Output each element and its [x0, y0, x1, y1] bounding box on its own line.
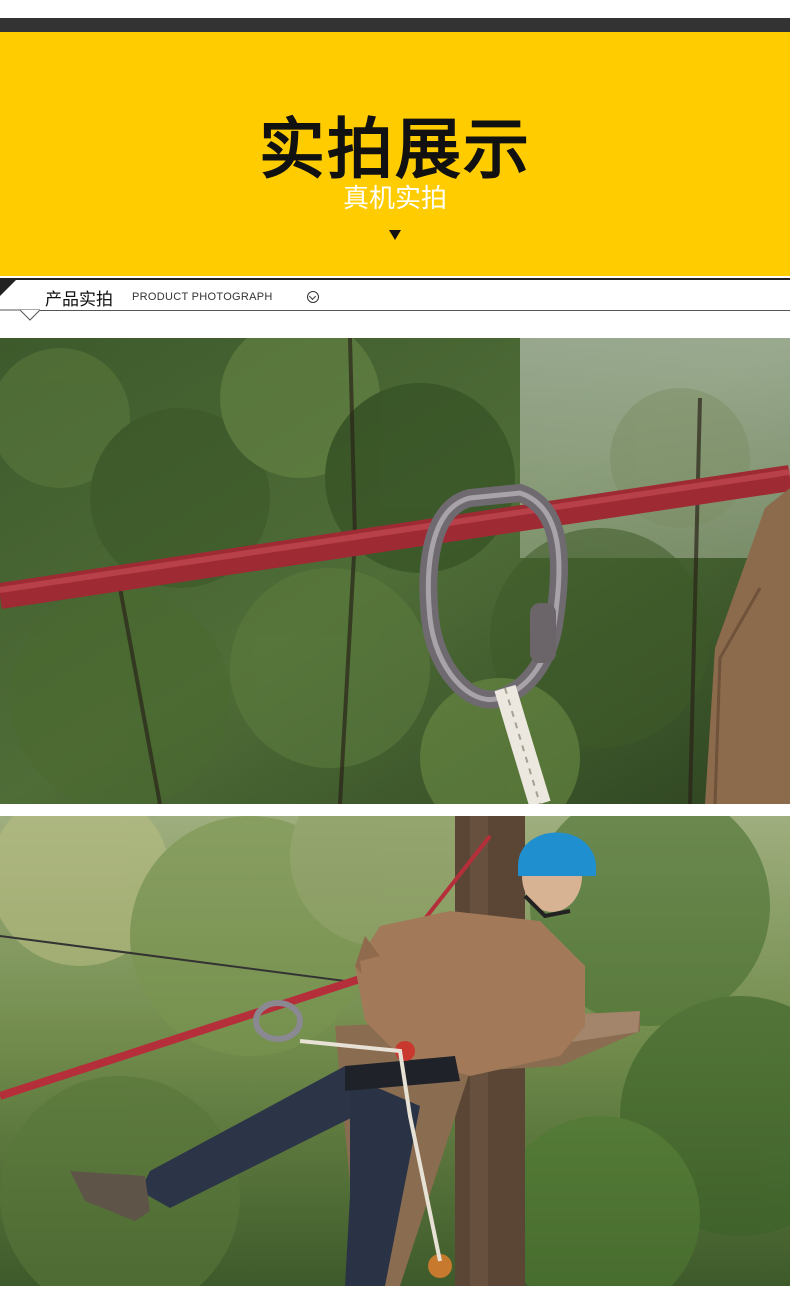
banner-subtitle: 真机实拍	[342, 184, 447, 214]
zipline-photo	[0, 816, 790, 1286]
section-title-english: PRODUCT PHOTOGRAPH	[132, 291, 273, 303]
top-dark-bar	[0, 18, 790, 32]
carabiner-photo	[0, 338, 790, 804]
corner-decoration-icon	[0, 278, 41, 321]
carabiner-photo-image	[0, 338, 790, 804]
header-rule-top	[0, 278, 790, 280]
section-title: 产品实拍	[45, 290, 113, 310]
section-header: 产品实拍 PRODUCT PHOTOGRAPH	[0, 278, 790, 324]
header-rule-bottom	[40, 310, 790, 311]
showcase-banner: 实拍展示 真机实拍	[0, 32, 790, 276]
top-strip	[0, 0, 790, 32]
zipline-photo-image	[0, 816, 790, 1286]
down-arrow-icon	[389, 230, 401, 240]
chevron-down-circle-icon	[307, 291, 319, 303]
